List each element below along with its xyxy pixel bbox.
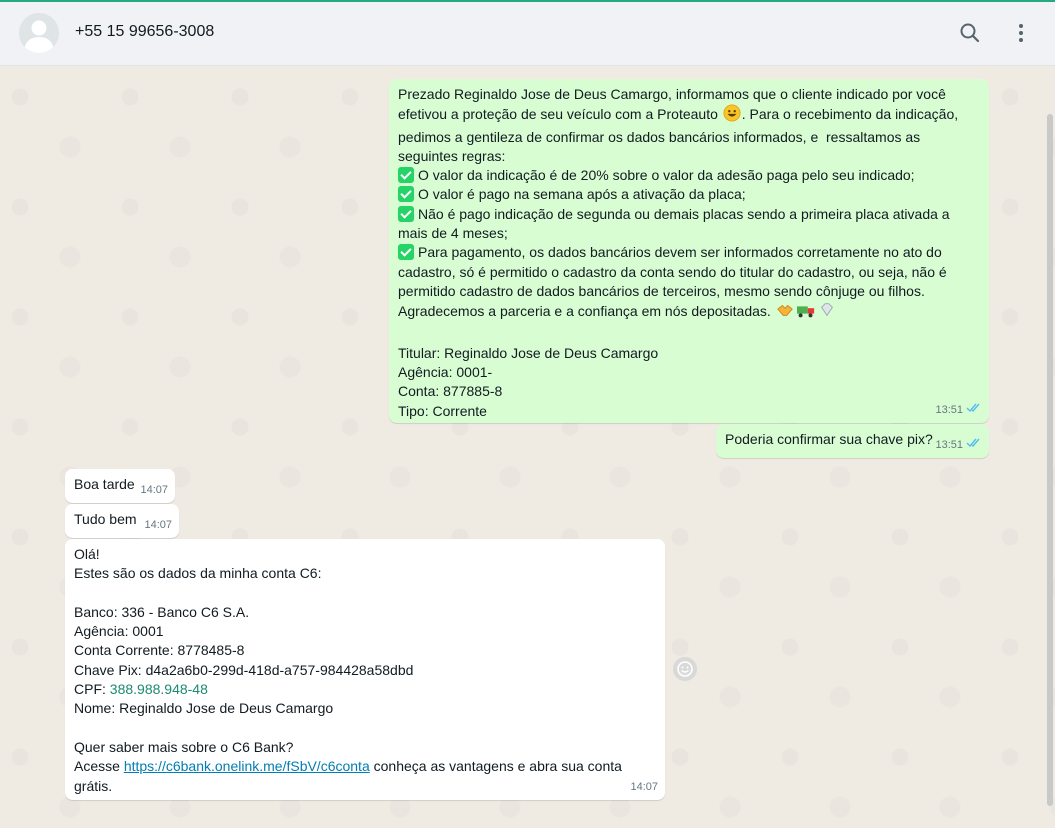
- message-time: 13:51: [935, 438, 963, 451]
- scrollbar[interactable]: [1047, 114, 1053, 806]
- message-line: efetivou a proteção de seu veículo com a…: [398, 104, 980, 127]
- cpf-number[interactable]: 388.988.948-48: [110, 681, 208, 697]
- check-mark-icon: [398, 167, 414, 184]
- message-line: cadastro, só é permitido o cadastro da c…: [398, 263, 947, 280]
- message-line: Agradecemos a parceria e a confiança em …: [398, 301, 980, 324]
- message-line: Agência: 0001-: [398, 364, 493, 381]
- message-line: Prezado Reginaldo Jose de Deus Camargo, …: [398, 86, 946, 102]
- message-line: O valor da indicação é de 20% sobre o va…: [398, 166, 980, 185]
- check-mark-icon: [398, 244, 414, 261]
- grinning-face-icon: [722, 104, 742, 127]
- message-line: Acesse https://c6bank.onelink.me/fSbV/c6…: [74, 758, 622, 775]
- message-line: Chave Pix: d4a2a6b0-299d-418d-a757-98442…: [74, 661, 414, 678]
- message-line: Quer saber mais sobre o C6 Bank?: [74, 738, 294, 755]
- double-check-icon: [966, 401, 982, 420]
- avatar[interactable]: [19, 13, 59, 53]
- message-line: O valor é pago na semana após a ativação…: [398, 185, 980, 204]
- message-line: Estes são os dados da minha conta C6:: [74, 565, 322, 582]
- message-line: [74, 719, 656, 738]
- message-line: permitido cadastro de dados bancários de…: [398, 282, 925, 299]
- message-time: 14:07: [140, 483, 168, 496]
- message-line: Não é pago indicação de segunda ou demai…: [398, 205, 980, 224]
- message-line: Olá!: [74, 546, 100, 562]
- incoming-message[interactable]: Tudo bem 14:07: [65, 504, 179, 538]
- message-meta: 13:51: [935, 401, 982, 420]
- message-time: 13:51: [935, 403, 963, 416]
- message-time: 14:07: [144, 518, 172, 531]
- contact-name[interactable]: +55 15 99656-3008: [75, 23, 214, 41]
- double-check-icon: [966, 436, 982, 455]
- default-avatar-icon: [19, 13, 59, 53]
- message-line: Tipo: Corrente: [398, 402, 487, 419]
- chat-header: +55 15 99656-3008: [0, 2, 1055, 66]
- message-meta: 14:07: [140, 481, 168, 500]
- message-line: [398, 325, 980, 344]
- message-meta: 14:07: [630, 778, 658, 797]
- smiley-icon: [677, 661, 693, 677]
- message-time: 14:07: [630, 780, 658, 793]
- message-line: [74, 584, 656, 603]
- menu-icon[interactable]: [1008, 20, 1034, 46]
- message-line: Nome: Reginaldo Jose de Deus Camargo: [74, 700, 334, 717]
- outgoing-message[interactable]: Prezado Reginaldo Jose de Deus Camargo, …: [389, 79, 989, 423]
- message-line: Conta Corrente: 8778485-8: [74, 642, 245, 659]
- message-line: Conta: 877885-8: [398, 383, 503, 400]
- incoming-message[interactable]: Boa tarde 14:07: [65, 469, 175, 503]
- message-line: seguintes regras:: [398, 147, 506, 164]
- message-line: grátis.: [74, 777, 113, 794]
- outgoing-message[interactable]: Poderia confirmar sua chave pix? 13:51: [716, 424, 989, 458]
- message-meta: 13:51: [935, 436, 982, 455]
- search-icon[interactable]: [957, 20, 983, 46]
- check-mark-icon: [398, 205, 414, 222]
- message-line: mais de 4 meses;: [398, 225, 508, 242]
- react-emoji-button[interactable]: [673, 657, 697, 681]
- handshake-icon: [775, 301, 795, 324]
- message-line: CPF: 388.988.948-48: [74, 681, 208, 698]
- truck-icon: [795, 301, 817, 324]
- message-line: Titular: Reginaldo Jose de Deus Camargo: [398, 344, 659, 361]
- c6bank-link[interactable]: https://c6bank.onelink.me/fSbV/c6conta: [124, 758, 370, 774]
- check-mark-icon: [398, 186, 414, 203]
- diamond-icon: [817, 301, 837, 324]
- message-line: pedimos a gentileza de confirmar os dado…: [398, 128, 921, 145]
- message-meta: 14:07: [144, 516, 172, 535]
- message-line: Banco: 336 - Banco C6 S.A.: [74, 603, 250, 620]
- message-line: Agência: 0001: [74, 623, 164, 640]
- incoming-message[interactable]: Olá! Estes são os dados da minha conta C…: [65, 539, 665, 800]
- message-line: Para pagamento, os dados bancários devem…: [398, 243, 980, 262]
